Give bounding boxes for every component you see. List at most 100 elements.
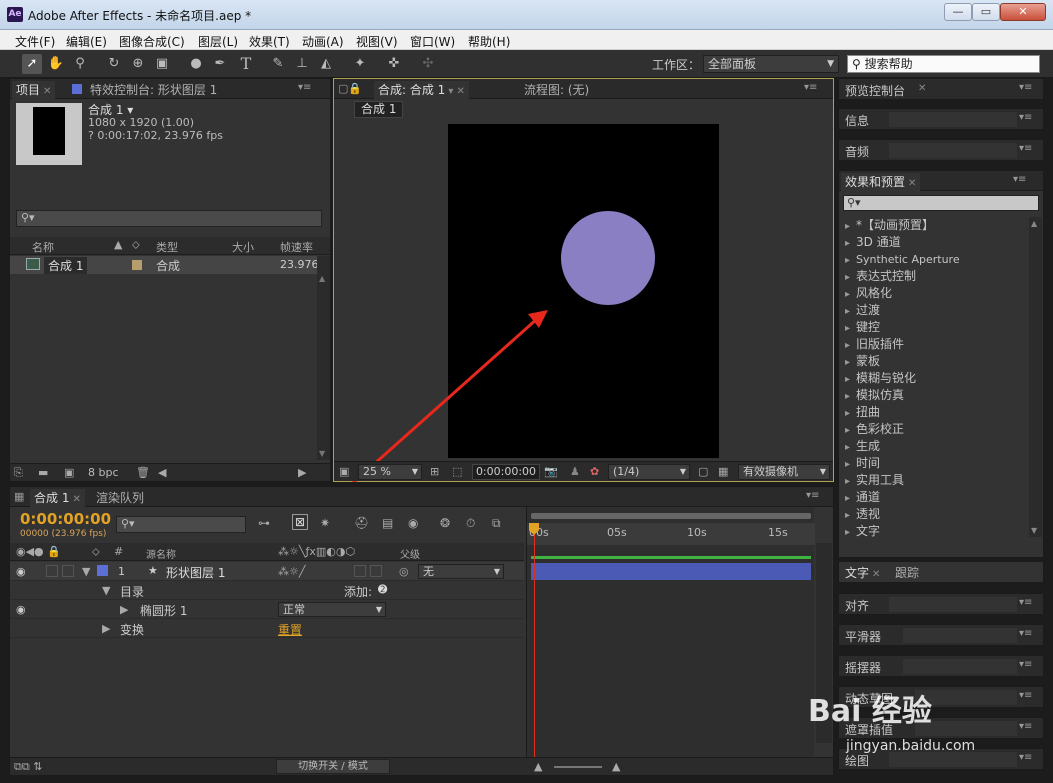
solo-toggle[interactable] <box>46 565 58 577</box>
expand-arrow-icon[interactable]: ▶ <box>102 622 110 635</box>
effects-category[interactable]: 时间 <box>845 455 880 472</box>
preview-panel-title[interactable]: 预览控制台 <box>845 82 905 99</box>
auto-keyframe-icon[interactable]: ⏱ <box>466 516 475 531</box>
trash-icon[interactable]: 🗑 <box>136 466 150 479</box>
hand-tool-icon[interactable]: ✋ <box>46 54 66 74</box>
layer-duration-bar[interactable] <box>531 563 811 580</box>
panel-menu-icon[interactable]: ▾≡ <box>1019 82 1032 93</box>
clone-stamp-tool-icon[interactable]: ⊥ <box>292 54 312 74</box>
expand-arrow-icon[interactable]: ▼ <box>82 565 90 578</box>
effects-category[interactable]: 键控 <box>845 319 880 336</box>
panel-menu-icon[interactable]: ▾≡ <box>806 490 819 501</box>
comp-canvas[interactable] <box>448 124 719 458</box>
current-time-indicator[interactable] <box>534 525 535 761</box>
effects-category[interactable]: 表达式控制 <box>845 268 916 285</box>
panel-menu-icon[interactable]: ▾≡ <box>1019 143 1032 154</box>
tab-effects-presets[interactable]: 效果和预置 ✕ <box>841 173 921 191</box>
effects-category[interactable]: 3D 通道 <box>845 234 901 251</box>
effects-category[interactable]: 透视 <box>845 506 880 523</box>
reset-link[interactable]: 重置 <box>278 621 302 638</box>
column-size[interactable]: 大小 <box>232 239 254 255</box>
channel-icon[interactable]: ✿ <box>590 465 599 478</box>
expand-arrow-icon[interactable]: ▶ <box>120 603 128 616</box>
expand-arrow-icon[interactable]: ▼ <box>102 584 110 597</box>
tab-composition[interactable]: 合成: 合成 1 ▾ ✕ <box>374 81 469 99</box>
maximize-button[interactable]: ▭ <box>972 3 1000 21</box>
label-tag-icon[interactable]: ⬦ <box>132 238 140 252</box>
transparency-grid-icon[interactable]: ▦ <box>718 465 728 478</box>
column-parent[interactable]: 父级 <box>400 546 420 561</box>
menu-animation[interactable]: 动画(A) <box>302 33 344 50</box>
help-search-input[interactable]: ⚲ 搜索帮助 <box>847 55 1040 73</box>
always-preview-icon[interactable]: ▣ <box>339 465 349 478</box>
menu-edit[interactable]: 编辑(E) <box>66 33 107 50</box>
frame-blending-icon[interactable]: ▤ <box>382 516 393 530</box>
text-tool-icon[interactable]: T <box>236 54 256 74</box>
time-navigator[interactable] <box>531 513 811 519</box>
time-graph[interactable]: 00s 05s 10s 15s <box>526 507 815 761</box>
interpret-footage-icon[interactable]: ⎘ <box>14 466 23 480</box>
effects-category[interactable]: 生成 <box>845 438 880 455</box>
panel-menu-icon[interactable]: ▾≡ <box>1019 628 1032 639</box>
ellipse-tool-icon[interactable]: ● <box>186 54 206 74</box>
contents-row[interactable]: ▼ 目录 添加: ➋ <box>10 581 524 600</box>
layer-switches[interactable]: ⁂☼╱ <box>278 565 305 578</box>
zoom-tool-icon[interactable]: ⚲ <box>70 54 90 74</box>
menu-window[interactable]: 窗口(W) <box>410 33 455 50</box>
tab-flowchart[interactable]: 流程图: (无) <box>520 81 593 99</box>
panel-menu-icon[interactable]: ▾≡ <box>1019 597 1032 608</box>
transform-row[interactable]: ▶ 变换 重置 <box>10 619 524 638</box>
effects-category[interactable]: 风格化 <box>845 285 892 302</box>
effects-category[interactable]: 模糊与锐化 <box>845 370 916 387</box>
ellipse-group-row[interactable]: ◉ ▶ 椭圆形 1 正常 ▼ <box>10 600 524 619</box>
ellipse-group-label[interactable]: 椭圆形 1 <box>140 602 187 619</box>
menu-layer[interactable]: 图层(L) <box>198 33 238 50</box>
resolution-dropdown[interactable]: (1/4) ▼ <box>608 464 690 480</box>
brainstorm-icon[interactable]: ❂ <box>440 516 450 530</box>
toggle-switches-modes-button[interactable]: 切换开关 / 模式 <box>276 759 390 774</box>
effects-search-input[interactable]: ⚲▾ <box>843 195 1039 211</box>
new-comp-icon[interactable]: ▣ <box>64 466 74 479</box>
lock-icon[interactable]: ▢🔒 <box>338 82 362 95</box>
eye-icon[interactable]: ◉ <box>16 565 26 578</box>
new-folder-icon[interactable]: ▬ <box>38 466 48 479</box>
snapshot-icon[interactable]: 📷 <box>544 465 558 478</box>
effects-category[interactable]: 蒙板 <box>845 353 880 370</box>
layer-row[interactable]: ◉ ▼ 1 ★ 形状图层 1 ⁂☼╱ ◎ 无 ▼ <box>10 562 524 581</box>
region-of-interest-icon[interactable]: ▢ <box>698 465 708 478</box>
eraser-tool-icon[interactable]: ◭ <box>316 54 336 74</box>
panel-menu-icon[interactable]: ▾≡ <box>1013 174 1026 185</box>
menu-effect[interactable]: 效果(T) <box>249 33 290 50</box>
tab-project[interactable]: 项目 ✕ <box>12 81 56 99</box>
effects-category[interactable]: 实用工具 <box>845 472 904 489</box>
project-scrollbar[interactable]: ▲ ▼ <box>317 256 330 460</box>
column-source-name[interactable]: 源名称 <box>146 546 176 561</box>
bit-depth-button[interactable]: 8 bpc <box>88 466 119 479</box>
menu-help[interactable]: 帮助(H) <box>468 33 510 50</box>
grid-icon[interactable]: ⊞ <box>430 465 439 478</box>
work-area-bar[interactable] <box>531 556 811 559</box>
zoom-in-icon[interactable]: ▲ <box>612 760 620 773</box>
effects-category[interactable]: 色彩校正 <box>845 421 904 438</box>
comp-timecode[interactable]: 0:00:00:00 <box>472 464 540 480</box>
effects-category[interactable]: 通道 <box>845 489 880 506</box>
info-panel-title[interactable]: 信息 <box>845 112 869 129</box>
project-item-name[interactable]: 合成 1 <box>44 257 88 274</box>
effects-category[interactable]: 文字 <box>845 523 880 540</box>
hide-shy-icon[interactable]: ⛑ <box>354 516 369 530</box>
smoother-panel-title[interactable]: 平滑器 <box>845 628 881 645</box>
tab-effect-controls[interactable]: 特效控制台: 形状图层 1 <box>68 81 221 99</box>
add-button-icon[interactable]: ➋ <box>378 583 387 596</box>
project-search-input[interactable]: ⚲▾ <box>16 210 322 227</box>
panel-menu-icon[interactable]: ▾≡ <box>1019 659 1032 670</box>
audio-panel-title[interactable]: 音频 <box>845 143 869 160</box>
paint-panel-title[interactable]: 绘图 <box>845 752 869 769</box>
3d-toggle[interactable] <box>370 565 382 577</box>
comp-breadcrumb[interactable]: 合成 1 <box>354 101 404 118</box>
panel-menu-icon[interactable]: ▾≡ <box>1019 752 1032 763</box>
menu-view[interactable]: 视图(V) <box>356 33 398 50</box>
roto-brush-tool-icon[interactable]: ✦ <box>350 54 370 74</box>
blend-mode-dropdown[interactable]: 正常 ▼ <box>278 602 386 617</box>
adjustment-toggle[interactable] <box>354 565 366 577</box>
tab-text[interactable]: 文字 ✕ <box>841 564 885 582</box>
